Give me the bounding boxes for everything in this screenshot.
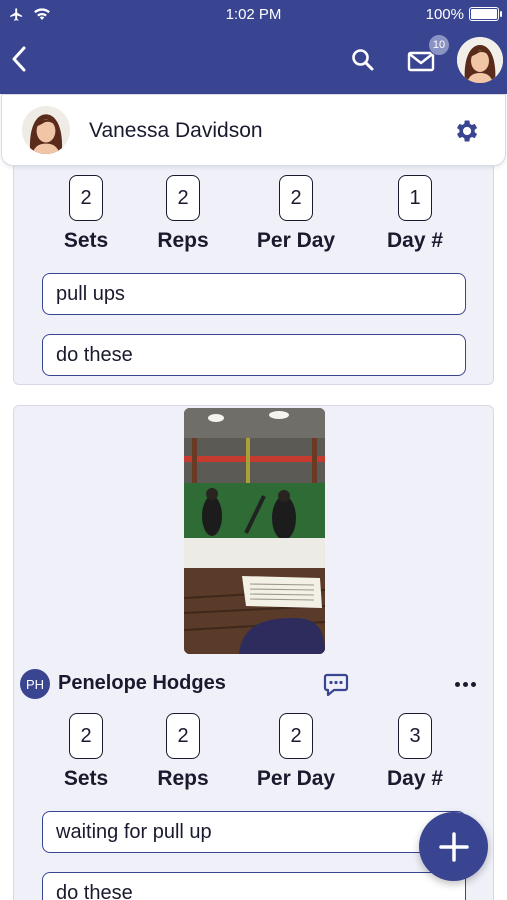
author-row: PH Penelope Hodges bbox=[20, 668, 488, 700]
stat-label: Per Day bbox=[256, 767, 336, 790]
stat-day-number: 1 Day # bbox=[365, 175, 465, 253]
user-avatar[interactable] bbox=[457, 37, 503, 83]
stat-value-box[interactable]: 2 bbox=[279, 713, 313, 759]
status-bar: 1:02 PM 100% bbox=[0, 0, 507, 28]
search-button[interactable] bbox=[349, 46, 377, 74]
exercise-notes-field[interactable]: do these bbox=[42, 872, 466, 900]
video-frame-illustration bbox=[184, 408, 325, 654]
stat-label: Sets bbox=[63, 229, 109, 252]
stat-label: Day # bbox=[386, 229, 444, 252]
stat-label: Reps bbox=[157, 767, 209, 790]
stat-per-day: 2 Per Day bbox=[246, 175, 346, 253]
stat-reps: 2 Reps bbox=[133, 175, 233, 253]
airplane-icon bbox=[10, 7, 23, 21]
exercise-name-field[interactable]: pull ups bbox=[42, 273, 466, 315]
exercise-card: 2 Sets 2 Reps 2 Per Day 1 Day # pull ups… bbox=[13, 166, 494, 385]
stat-value-box[interactable]: 2 bbox=[166, 175, 200, 221]
nav-row: 10 bbox=[0, 28, 507, 94]
stat-sets: 2 Sets bbox=[36, 713, 136, 791]
messages-count-badge: 10 bbox=[428, 34, 450, 56]
dot bbox=[454, 681, 460, 687]
status-time: 1:02 PM bbox=[225, 5, 282, 23]
stat-value-box[interactable]: 1 bbox=[398, 175, 432, 221]
author-initials-avatar[interactable]: PH bbox=[20, 669, 50, 699]
comment-button[interactable] bbox=[322, 670, 350, 698]
profile-avatar-illustration bbox=[22, 106, 70, 154]
exercise-name-field[interactable]: waiting for pull up bbox=[42, 811, 466, 853]
stat-value-box[interactable]: 3 bbox=[398, 713, 432, 759]
back-arrow-icon bbox=[12, 46, 26, 72]
plus-icon bbox=[438, 831, 469, 862]
wifi-icon bbox=[34, 8, 50, 20]
avatar-illustration bbox=[457, 37, 503, 83]
dot bbox=[462, 681, 468, 687]
stat-sets: 2 Sets bbox=[36, 175, 136, 253]
exercise-feed[interactable]: 2 Sets 2 Reps 2 Per Day 1 Day # pull ups… bbox=[0, 166, 507, 900]
stat-value-box[interactable]: 2 bbox=[279, 175, 313, 221]
stat-label: Sets bbox=[63, 767, 109, 790]
status-right: 100% bbox=[379, 5, 502, 23]
dot bbox=[470, 681, 476, 687]
gear-icon bbox=[457, 120, 478, 142]
stat-reps: 2 Reps bbox=[133, 713, 233, 791]
add-exercise-button[interactable] bbox=[419, 812, 488, 881]
stat-value-box[interactable]: 2 bbox=[69, 713, 103, 759]
exercise-card: PH Penelope Hodges 2 Sets 2 Reps 2 Per D… bbox=[13, 405, 494, 900]
stat-label: Day # bbox=[386, 767, 444, 790]
profile-avatar bbox=[22, 106, 70, 154]
battery-percent: 100% bbox=[425, 5, 464, 23]
battery-fill bbox=[471, 9, 497, 19]
stat-value-box[interactable]: 2 bbox=[69, 175, 103, 221]
profile-bar: Vanessa Davidson bbox=[1, 94, 506, 166]
settings-button[interactable] bbox=[452, 117, 480, 145]
search-icon bbox=[352, 49, 374, 71]
author-name[interactable]: Penelope Hodges bbox=[58, 672, 226, 695]
exercise-notes-field[interactable]: do these bbox=[42, 334, 466, 376]
stat-label: Per Day bbox=[256, 229, 336, 252]
stat-day-number: 3 Day # bbox=[365, 713, 465, 791]
battery-icon bbox=[469, 7, 502, 21]
comment-icon bbox=[323, 673, 349, 697]
profile-name: Vanessa Davidson bbox=[89, 119, 263, 142]
app-header: 1:02 PM 100% 10 bbox=[0, 0, 507, 94]
back-button[interactable] bbox=[6, 42, 32, 76]
stat-per-day: 2 Per Day bbox=[246, 713, 346, 791]
exercise-video-thumbnail[interactable] bbox=[184, 408, 325, 654]
status-left bbox=[8, 7, 128, 22]
more-icon[interactable] bbox=[450, 674, 480, 694]
stat-label: Reps bbox=[157, 229, 209, 252]
stat-value-box[interactable]: 2 bbox=[166, 713, 200, 759]
